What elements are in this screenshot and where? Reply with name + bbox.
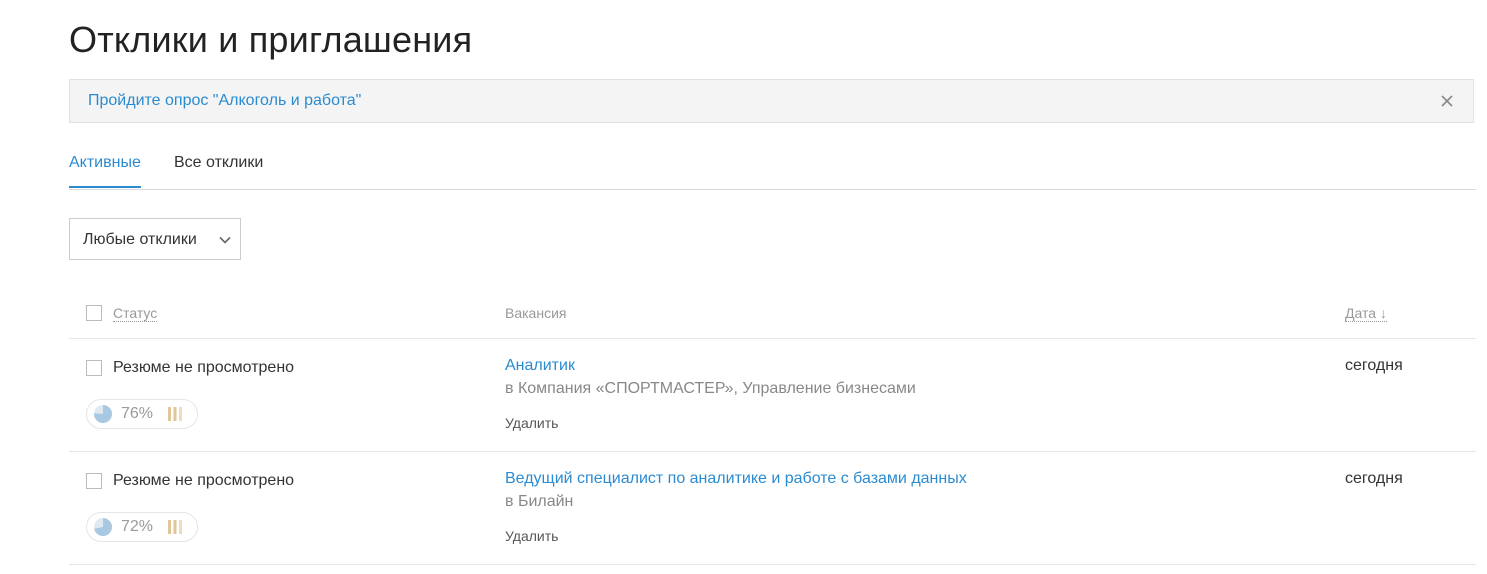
company-name: в Билайн: [505, 493, 574, 510]
filter-selected-value: Любые отклики: [83, 231, 197, 248]
response-date: сегодня: [1345, 357, 1403, 374]
tab-all-responses[interactable]: Все отклики: [174, 154, 263, 172]
vacancy-link[interactable]: Аналитик: [505, 357, 575, 375]
status-column-header[interactable]: Статус: [113, 305, 158, 322]
match-badge: 72%: [86, 512, 198, 542]
page-title: Отклики и приглашения: [69, 19, 473, 60]
tabs-bar: Активные Все отклики: [69, 144, 1476, 190]
company-name: в Компания «СПОРТМАСТЕР», Управление биз…: [505, 380, 916, 397]
match-percent: 76%: [121, 405, 154, 422]
row-divider: [69, 564, 1476, 565]
select-all-checkbox[interactable]: [86, 305, 102, 321]
survey-banner: Пройдите опрос "Алкоголь и работа": [69, 79, 1474, 123]
match-percent: 72%: [121, 518, 154, 535]
row-checkbox[interactable]: [86, 360, 102, 376]
row-checkbox[interactable]: [86, 473, 102, 489]
pie-chart-icon: [93, 404, 113, 424]
close-icon[interactable]: [1439, 93, 1455, 109]
header-divider: [69, 338, 1476, 339]
row-status: Резюме не просмотрено: [113, 472, 295, 489]
bars-icon: [167, 519, 183, 535]
responses-page: Отклики и приглашения Пройдите опрос "Ал…: [0, 0, 1487, 574]
responses-filter-select[interactable]: Любые отклики: [69, 218, 241, 260]
date-column-header[interactable]: Дата ↓: [1345, 305, 1387, 322]
vacancy-link[interactable]: Ведущий специалист по аналитике и работе…: [505, 470, 967, 488]
vacancy-column-header: Вакансия: [505, 305, 567, 321]
delete-link[interactable]: Удалить: [505, 415, 558, 431]
row-divider: [69, 451, 1476, 452]
tab-active[interactable]: Активные: [69, 154, 141, 188]
bars-icon: [167, 406, 183, 422]
response-date: сегодня: [1345, 470, 1403, 487]
match-badge: 76%: [86, 399, 198, 429]
survey-link[interactable]: Пройдите опрос "Алкоголь и работа": [88, 92, 361, 110]
row-status: Резюме не просмотрено: [113, 359, 295, 376]
chevron-down-icon: [218, 233, 232, 247]
pie-chart-icon: [93, 517, 113, 537]
delete-link[interactable]: Удалить: [505, 528, 558, 544]
